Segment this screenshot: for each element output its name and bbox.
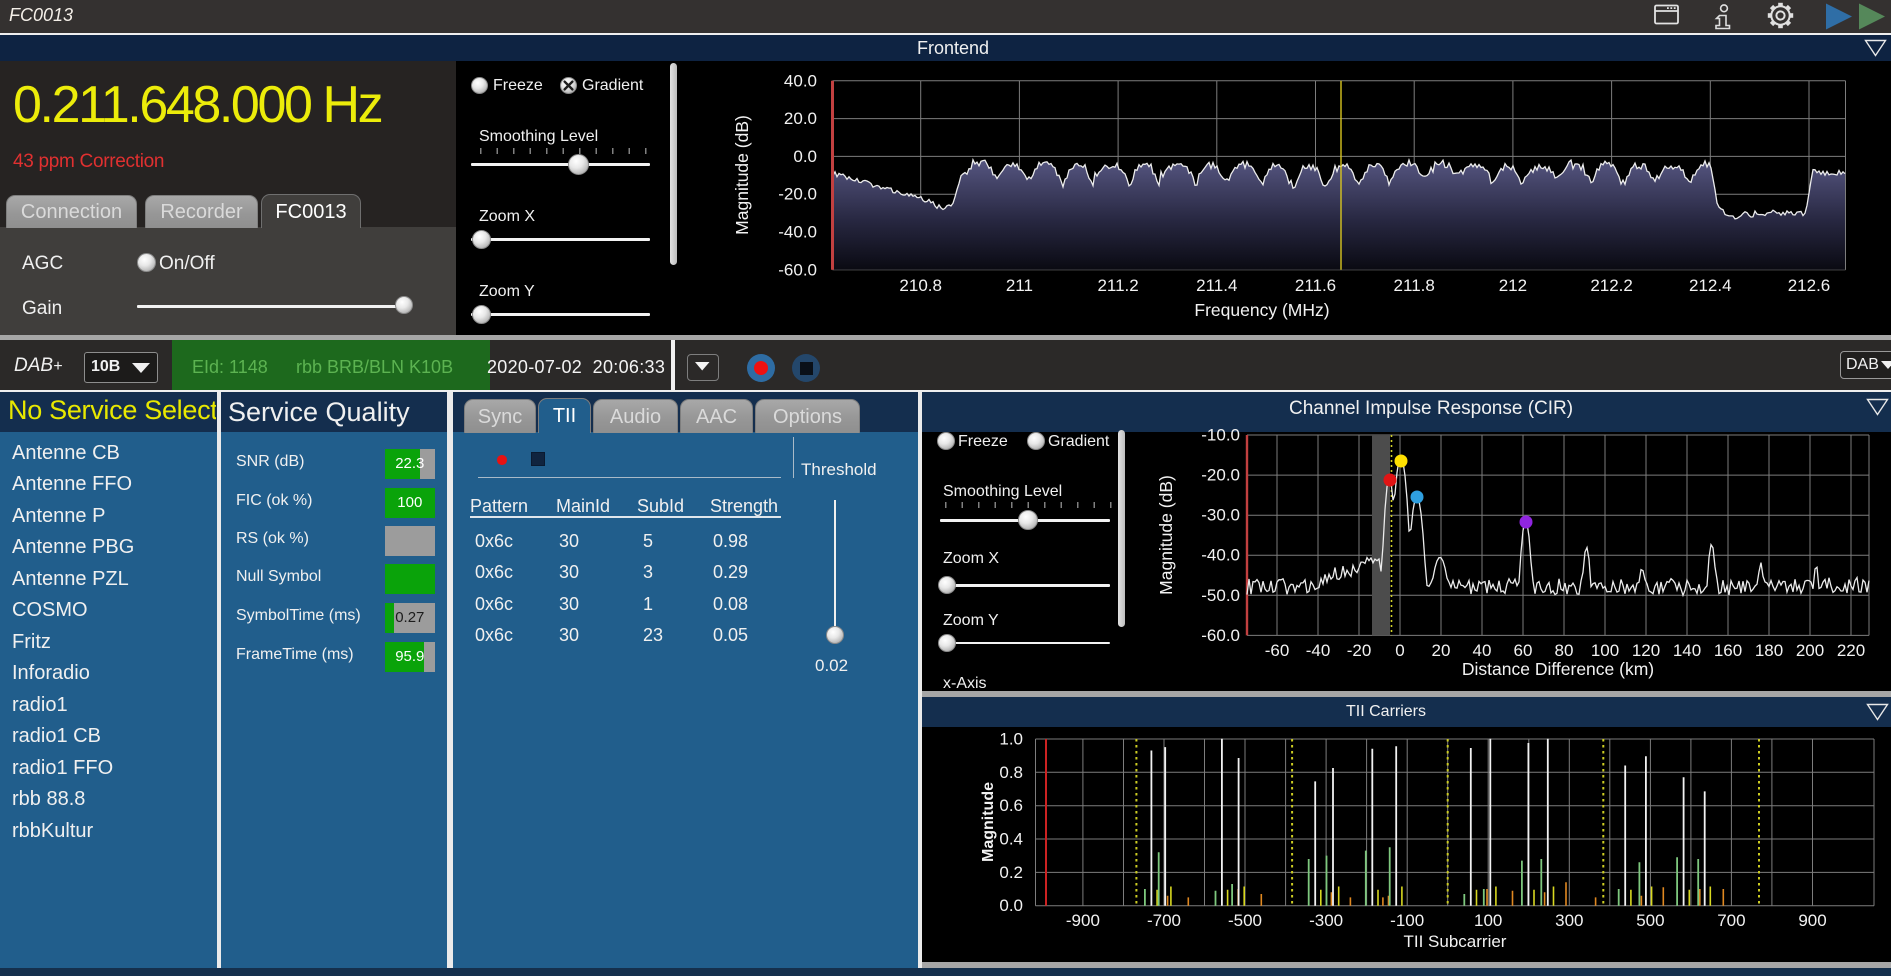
svg-text:211.8: 211.8 <box>1394 276 1435 295</box>
svg-text:211.6: 211.6 <box>1295 276 1336 295</box>
svg-text:212: 212 <box>1499 276 1527 295</box>
svg-text:-500: -500 <box>1228 911 1262 930</box>
svg-text:-20.0: -20.0 <box>778 185 817 204</box>
svg-text:211: 211 <box>1006 276 1033 295</box>
svg-text:40.0: 40.0 <box>784 71 817 90</box>
svg-text:-20.0: -20.0 <box>1201 466 1240 485</box>
svg-text:0.0: 0.0 <box>793 147 817 166</box>
svg-text:900: 900 <box>1798 911 1826 930</box>
svg-text:140: 140 <box>1673 641 1701 660</box>
svg-text:200: 200 <box>1796 641 1824 660</box>
svg-text:100: 100 <box>1591 641 1619 660</box>
svg-text:0.2: 0.2 <box>999 863 1023 882</box>
svg-text:20.0: 20.0 <box>784 109 817 128</box>
svg-text:1.0: 1.0 <box>999 730 1023 749</box>
svg-text:Magnitude (dB): Magnitude (dB) <box>1156 475 1176 595</box>
svg-text:-40: -40 <box>1306 641 1331 660</box>
svg-text:-900: -900 <box>1066 911 1100 930</box>
svg-text:20: 20 <box>1432 641 1451 660</box>
svg-text:-10.0: -10.0 <box>1201 426 1240 445</box>
svg-text:0.0: 0.0 <box>999 896 1023 915</box>
svg-text:210.8: 210.8 <box>899 276 942 295</box>
svg-text:500: 500 <box>1636 911 1664 930</box>
svg-text:212.4: 212.4 <box>1689 276 1732 295</box>
svg-text:100: 100 <box>1474 911 1502 930</box>
svg-text:-30.0: -30.0 <box>1201 506 1240 525</box>
svg-text:Magnitude (dB): Magnitude (dB) <box>732 115 752 235</box>
svg-text:60: 60 <box>1514 641 1533 660</box>
svg-text:-700: -700 <box>1147 911 1181 930</box>
svg-text:0.4: 0.4 <box>999 830 1023 849</box>
svg-text:Frequency (MHz): Frequency (MHz) <box>1194 300 1329 320</box>
svg-text:160: 160 <box>1714 641 1742 660</box>
svg-text:0.6: 0.6 <box>999 796 1023 815</box>
svg-text:0: 0 <box>1395 641 1404 660</box>
svg-text:-60.0: -60.0 <box>1201 626 1240 645</box>
svg-text:-60.0: -60.0 <box>778 260 817 279</box>
svg-text:212.6: 212.6 <box>1788 276 1831 295</box>
svg-text:-60: -60 <box>1265 641 1290 660</box>
svg-text:-40.0: -40.0 <box>1201 546 1240 565</box>
svg-text:-300: -300 <box>1309 911 1343 930</box>
svg-text:120: 120 <box>1632 641 1660 660</box>
svg-text:-50.0: -50.0 <box>1201 586 1240 605</box>
svg-text:212.2: 212.2 <box>1590 276 1633 295</box>
svg-text:Distance Difference (km): Distance Difference (km) <box>1462 659 1654 679</box>
svg-text:220: 220 <box>1837 641 1865 660</box>
svg-text:80: 80 <box>1555 641 1574 660</box>
svg-text:0.8: 0.8 <box>999 763 1023 782</box>
svg-text:-40.0: -40.0 <box>778 223 817 242</box>
svg-text:211.2: 211.2 <box>1097 276 1138 295</box>
svg-text:TII Subcarrier: TII Subcarrier <box>1404 932 1507 951</box>
svg-text:Magnitude: Magnitude <box>980 782 997 862</box>
svg-text:-100: -100 <box>1390 911 1424 930</box>
svg-text:700: 700 <box>1717 911 1745 930</box>
svg-text:-20: -20 <box>1347 641 1372 660</box>
svg-text:180: 180 <box>1755 641 1783 660</box>
svg-text:211.4: 211.4 <box>1196 276 1237 295</box>
svg-text:40: 40 <box>1473 641 1492 660</box>
svg-text:300: 300 <box>1555 911 1583 930</box>
